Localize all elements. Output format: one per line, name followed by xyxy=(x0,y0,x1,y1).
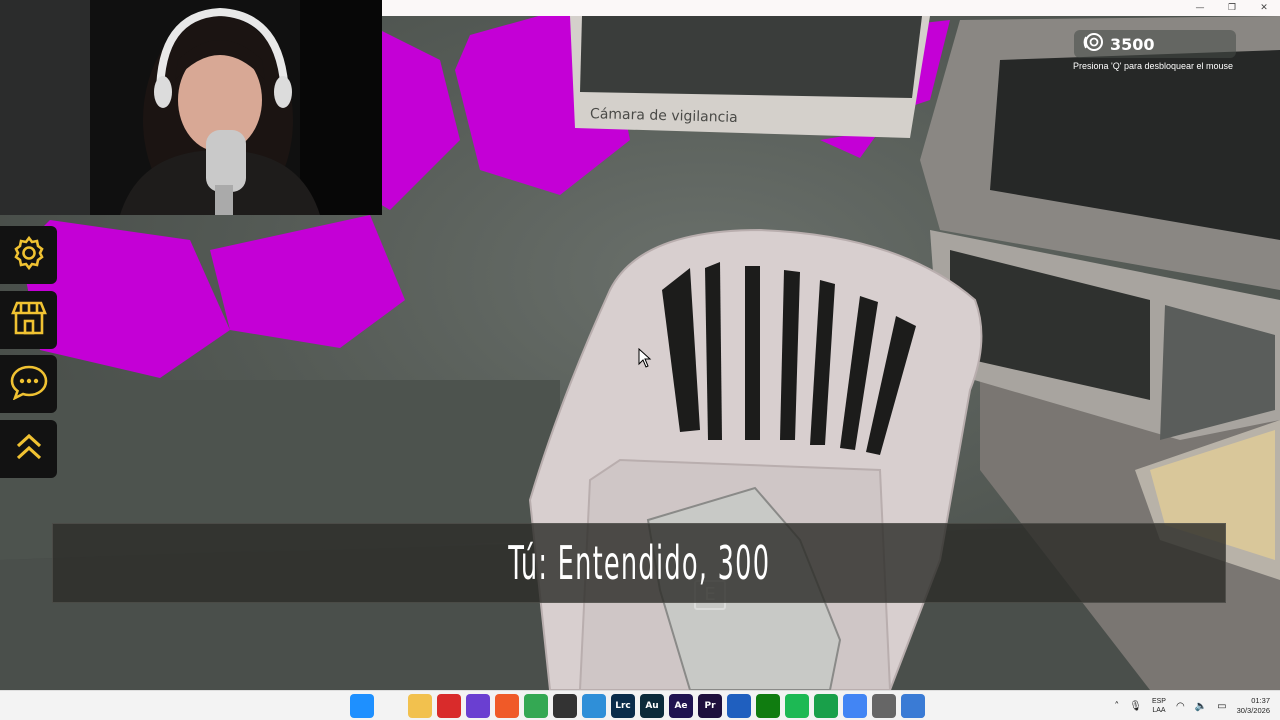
coin-stack-icon xyxy=(1082,31,1104,57)
taskbar-apps: Lrc Au Ae Pr xyxy=(350,694,925,718)
wifi-icon[interactable]: ◠ xyxy=(1176,701,1185,712)
system-tray: ˄ 🎙 ESP LAA ◠ 🔈 ▭ 01:37 30/3/2026 xyxy=(1114,691,1270,720)
taskbar-xbox-icon[interactable] xyxy=(756,694,780,718)
shop-button[interactable] xyxy=(0,291,57,349)
taskbar-premiere-icon[interactable]: Pr xyxy=(698,694,722,718)
unlock-mouse-hint: Presiona 'Q' para desbloquear el mouse xyxy=(1072,61,1234,71)
plastic-chair xyxy=(528,228,983,690)
webcam-feed xyxy=(0,0,382,215)
screen: — ❐ ✕ Cámara de vigilancia 3500 Presiona… xyxy=(0,0,1280,720)
taskbar-active-app-icon[interactable] xyxy=(901,694,925,718)
taskbar-lightroom-icon[interactable]: Lrc xyxy=(611,694,635,718)
maximize-button[interactable]: ❐ xyxy=(1216,0,1248,16)
battery-icon[interactable]: ▭ xyxy=(1217,701,1226,712)
close-button[interactable]: ✕ xyxy=(1248,0,1280,16)
settings-button[interactable] xyxy=(0,226,57,284)
window-controls: — ❐ ✕ xyxy=(1184,0,1280,16)
taskbar-search-icon[interactable] xyxy=(379,694,403,718)
taskbar: Lrc Au Ae Pr ˄ 🎙 ESP LAA ◠ 🔈 ▭ 01:37 30/3/2… xyxy=(0,690,1280,720)
chevron-up-icon[interactable]: ˄ xyxy=(1114,701,1119,712)
taskbar-start-icon[interactable] xyxy=(350,694,374,718)
taskbar-spotify-icon[interactable] xyxy=(785,694,809,718)
microphone-icon[interactable]: 🎙 xyxy=(1129,701,1142,712)
taskbar-chrome-icon[interactable] xyxy=(524,694,548,718)
currency-value: 3500 xyxy=(1110,34,1155,54)
clock-time: 01:37 xyxy=(1251,696,1270,705)
webcam-overlay xyxy=(0,0,382,215)
taskbar-after-effects-icon[interactable]: Ae xyxy=(669,694,693,718)
taskbar-app-purple-icon[interactable] xyxy=(466,694,490,718)
taskbar-app-gray-icon[interactable] xyxy=(872,694,896,718)
clock-date: 30/3/2026 xyxy=(1236,706,1270,715)
keyboard-layout: LAA xyxy=(1152,707,1166,714)
currency-display: 3500 xyxy=(1074,30,1236,58)
language-indicator[interactable]: ESP LAA xyxy=(1152,697,1166,715)
minimize-button[interactable]: — xyxy=(1184,0,1216,16)
taskbar-brave-icon[interactable] xyxy=(495,694,519,718)
chat-bubble-icon xyxy=(10,364,48,404)
dialogue-box: Tú: Entendido, 300 xyxy=(52,523,1226,603)
mouse-cursor-icon xyxy=(638,347,652,372)
taskbar-app-blue-icon[interactable] xyxy=(727,694,751,718)
chat-button[interactable] xyxy=(0,355,57,413)
taskbar-notepad-icon[interactable] xyxy=(582,694,606,718)
expand-menu-button[interactable] xyxy=(0,420,57,478)
gear-icon xyxy=(11,235,47,275)
taskbar-audition-icon[interactable]: Au xyxy=(640,694,664,718)
double-chevron-up-icon xyxy=(14,432,44,466)
store-icon xyxy=(10,300,48,340)
volume-icon[interactable]: 🔈 xyxy=(1195,701,1207,712)
taskbar-app-dark-icon[interactable] xyxy=(553,694,577,718)
taskbar-app-green-icon[interactable] xyxy=(814,694,838,718)
taskbar-app-red-icon[interactable] xyxy=(437,694,461,718)
dialogue-text: Tú: Entendido, 300 xyxy=(508,536,770,590)
taskbar-file-explorer-icon[interactable] xyxy=(408,694,432,718)
language-code: ESP xyxy=(1151,698,1166,705)
clock[interactable]: 01:37 30/3/2026 xyxy=(1237,696,1270,716)
taskbar-chrome-2-icon[interactable] xyxy=(843,694,867,718)
window-titlebar: — ❐ ✕ xyxy=(382,0,1280,16)
